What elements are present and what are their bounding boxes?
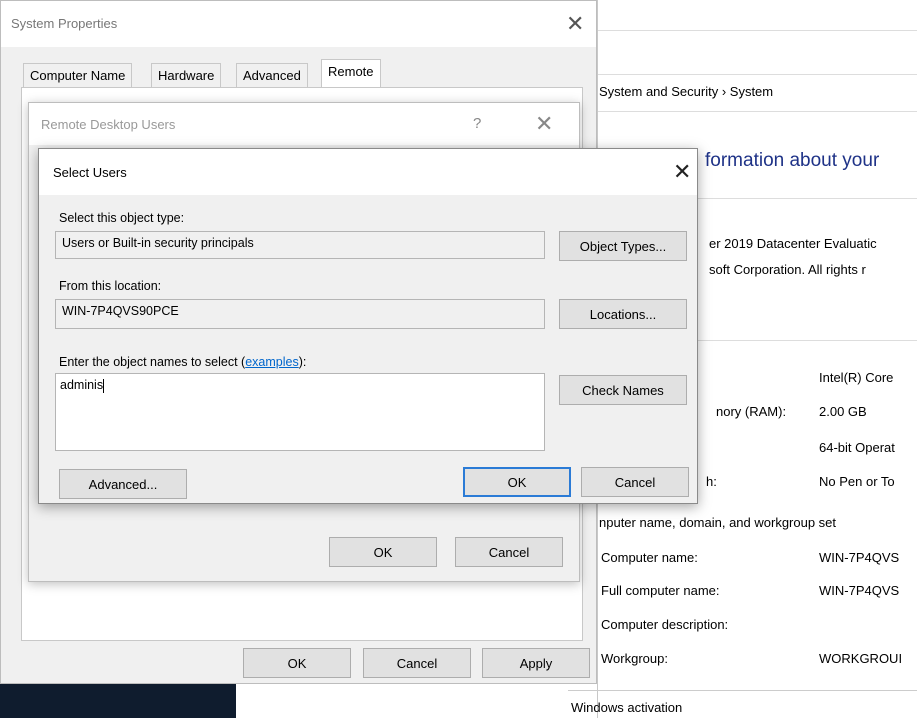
divider bbox=[568, 690, 917, 691]
select-users-ok-button[interactable]: OK bbox=[463, 467, 571, 497]
description-label: Computer description: bbox=[601, 617, 729, 632]
tab-advanced[interactable]: Advanced bbox=[236, 63, 308, 87]
computer-name-label: Computer name: bbox=[601, 550, 698, 565]
text-cursor bbox=[103, 378, 105, 393]
examples-link[interactable]: examples bbox=[245, 355, 299, 369]
system-type-value: 64-bit Operat bbox=[819, 440, 895, 455]
ok-button[interactable]: OK bbox=[243, 648, 351, 678]
breadcrumb[interactable]: System and Security › System bbox=[599, 84, 773, 99]
object-type-label: Select this object type: bbox=[59, 211, 185, 225]
system-properties-title: System Properties bbox=[11, 16, 118, 31]
location-field: WIN-7P4QVS90PCE bbox=[55, 299, 545, 329]
names-label: Enter the object names to select (exampl… bbox=[59, 355, 306, 369]
close-icon[interactable]: ✕ bbox=[535, 113, 553, 135]
object-names-value: adminis bbox=[60, 378, 104, 392]
object-names-input[interactable]: adminis bbox=[55, 373, 545, 451]
activation-title: Windows activation bbox=[571, 700, 683, 715]
tab-computer-name[interactable]: Computer Name bbox=[23, 63, 133, 87]
page-heading: formation about your bbox=[705, 150, 880, 171]
check-names-button[interactable]: Check Names bbox=[559, 375, 687, 405]
pen-value: No Pen or To bbox=[819, 474, 895, 489]
select-users-titlebar bbox=[39, 149, 697, 195]
tab-hardware[interactable]: Hardware bbox=[151, 63, 222, 87]
processor-value: Intel(R) Core bbox=[819, 370, 894, 385]
select-users-title: Select Users bbox=[53, 165, 127, 180]
help-icon[interactable]: ? bbox=[473, 115, 481, 132]
advanced-button[interactable]: Advanced... bbox=[59, 469, 187, 499]
location-label: From this location: bbox=[59, 279, 162, 293]
object-type-field: Users or Built-in security principals bbox=[55, 231, 545, 259]
names-label-prefix: Enter the object names to select ( bbox=[59, 355, 246, 369]
object-types-button[interactable]: Object Types... bbox=[559, 231, 687, 261]
pen-label: h: bbox=[706, 474, 717, 489]
tab-remote[interactable]: Remote bbox=[321, 59, 381, 89]
apply-button[interactable]: Apply bbox=[482, 648, 590, 678]
copyright-text: soft Corporation. All rights r bbox=[709, 262, 866, 277]
computer-name-value: WIN-7P4QVS bbox=[819, 550, 900, 565]
full-name-label: Full computer name: bbox=[601, 583, 720, 598]
select-users-cancel-button[interactable]: Cancel bbox=[581, 467, 689, 497]
memory-value: 2.00 GB bbox=[819, 404, 867, 419]
full-name-value: WIN-7P4QVS bbox=[819, 583, 900, 598]
close-icon[interactable]: ✕ bbox=[566, 13, 584, 35]
system-titlebar-divider bbox=[598, 30, 917, 31]
workgroup-value: WORKGROUI bbox=[819, 651, 903, 666]
workgroup-label: Workgroup: bbox=[601, 651, 668, 666]
rdu-cancel-button[interactable]: Cancel bbox=[455, 537, 563, 567]
taskbar[interactable] bbox=[0, 684, 236, 718]
locations-button[interactable]: Locations... bbox=[559, 299, 687, 329]
names-label-suffix: ): bbox=[298, 355, 307, 369]
section-title: nputer name, domain, and workgroup set bbox=[599, 515, 837, 530]
close-icon[interactable]: ✕ bbox=[673, 161, 691, 183]
memory-label: nory (RAM): bbox=[716, 404, 787, 419]
rdu-title: Remote Desktop Users bbox=[41, 117, 176, 132]
select-users-dialog: Select Users ✕ Select this object type: … bbox=[38, 148, 698, 504]
rdu-ok-button[interactable]: OK bbox=[329, 537, 437, 567]
cancel-button[interactable]: Cancel bbox=[363, 648, 471, 678]
edition-text: er 2019 Datacenter Evaluatic bbox=[709, 236, 877, 251]
